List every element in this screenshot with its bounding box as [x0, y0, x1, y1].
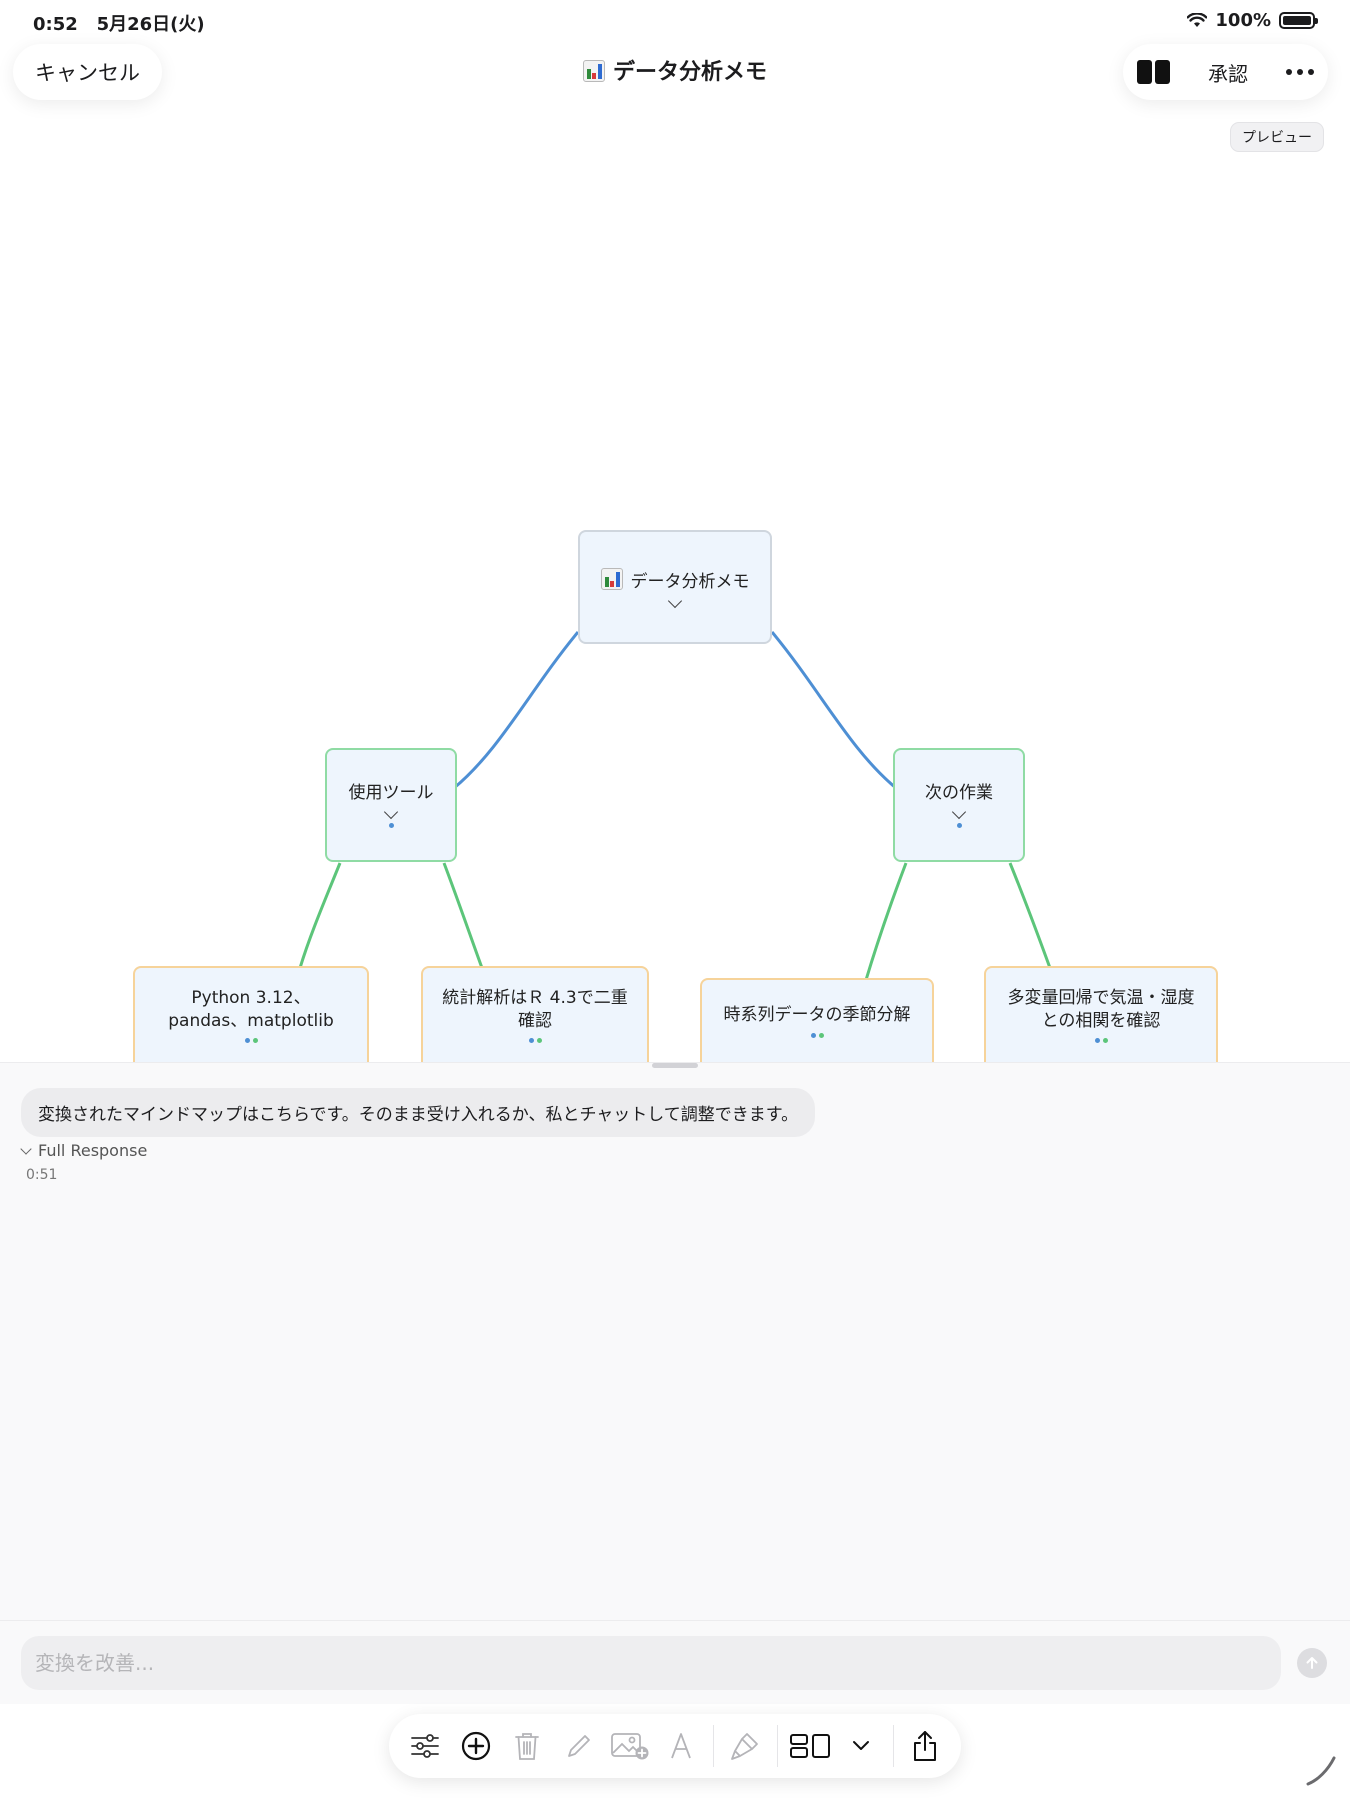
edge-root-left [453, 631, 580, 790]
edge-left-leaf1 [298, 862, 342, 969]
toolbar-divider [892, 1725, 894, 1767]
layout-icon[interactable] [784, 1720, 835, 1772]
chevron-down-icon[interactable] [835, 1720, 886, 1772]
node-label: 次の作業 [925, 783, 993, 804]
node-label: 使用ツール [348, 783, 434, 804]
paintbrush-icon[interactable] [720, 1720, 771, 1772]
toolbar-divider [712, 1725, 714, 1767]
sliders-icon[interactable] [399, 1720, 450, 1772]
mindmap-node-tools[interactable]: 使用ツール [325, 748, 457, 862]
bottom-toolbar [389, 1714, 961, 1778]
arrow-up-icon [1306, 1657, 1318, 1669]
chevron-down-icon[interactable] [383, 804, 399, 819]
node-dots [244, 1037, 258, 1043]
trash-icon[interactable] [502, 1720, 553, 1772]
mindmap-node-next-tasks[interactable]: 次の作業 [893, 748, 1025, 862]
node-dots [810, 1032, 824, 1038]
node-dots [388, 822, 394, 828]
full-response-label: Full Response [38, 1141, 148, 1160]
panel-grabber[interactable] [652, 1063, 698, 1068]
node-label: 多変量回帰で気温・湿度との相関を確認 [1007, 988, 1195, 1031]
full-response-toggle[interactable]: Full Response [20, 1141, 148, 1160]
mindmap-root-node[interactable]: データ分析メモ [578, 530, 772, 644]
add-circle-icon[interactable] [450, 1720, 501, 1772]
edge-right-leaf3 [864, 862, 908, 981]
bar-chart-icon [600, 568, 623, 591]
chevron-down-icon[interactable] [951, 804, 967, 819]
mindmap-leaf-regression[interactable]: 多変量回帰で気温・湿度との相関を確認 [984, 966, 1218, 1062]
share-icon[interactable] [900, 1720, 951, 1772]
edge-left-leaf2 [442, 862, 484, 969]
root-node-label: データ分析メモ [630, 572, 750, 593]
node-dots [528, 1037, 542, 1043]
assistant-message: 変換されたマインドマップはこちらです。そのまま受け入れるか、私とチャットして調整… [21, 1088, 816, 1137]
node-label: Python 3.12、pandas、matplotlib [168, 988, 334, 1031]
pencil-icon[interactable] [553, 1720, 604, 1772]
node-label: 統計解析はＲ 4.3で二重確認 [442, 988, 628, 1031]
node-dots [956, 822, 962, 828]
mindmap-leaf-seasonal[interactable]: 時系列データの季節分解 [700, 978, 934, 1062]
node-label: 時系列データの季節分解 [723, 1005, 911, 1026]
chevron-down-icon [20, 1142, 32, 1155]
node-dots [1094, 1037, 1108, 1043]
chevron-down-icon[interactable] [667, 593, 683, 608]
mindmap-leaf-r-stats[interactable]: 統計解析はＲ 4.3で二重確認 [421, 966, 649, 1062]
toolbar-divider [777, 1725, 779, 1767]
edge-root-right [770, 631, 897, 790]
mindmap-leaf-python[interactable]: Python 3.12、pandas、matplotlib [133, 966, 369, 1062]
chat-panel [0, 1062, 1350, 1704]
message-timestamp: 0:51 [26, 1167, 58, 1183]
apple-pencil-icon [1306, 1756, 1336, 1786]
text-style-icon[interactable] [655, 1720, 706, 1772]
send-button[interactable] [1297, 1648, 1327, 1678]
edge-right-leaf4 [1008, 862, 1052, 969]
refine-input[interactable] [21, 1636, 1281, 1690]
add-image-icon[interactable] [604, 1720, 655, 1772]
